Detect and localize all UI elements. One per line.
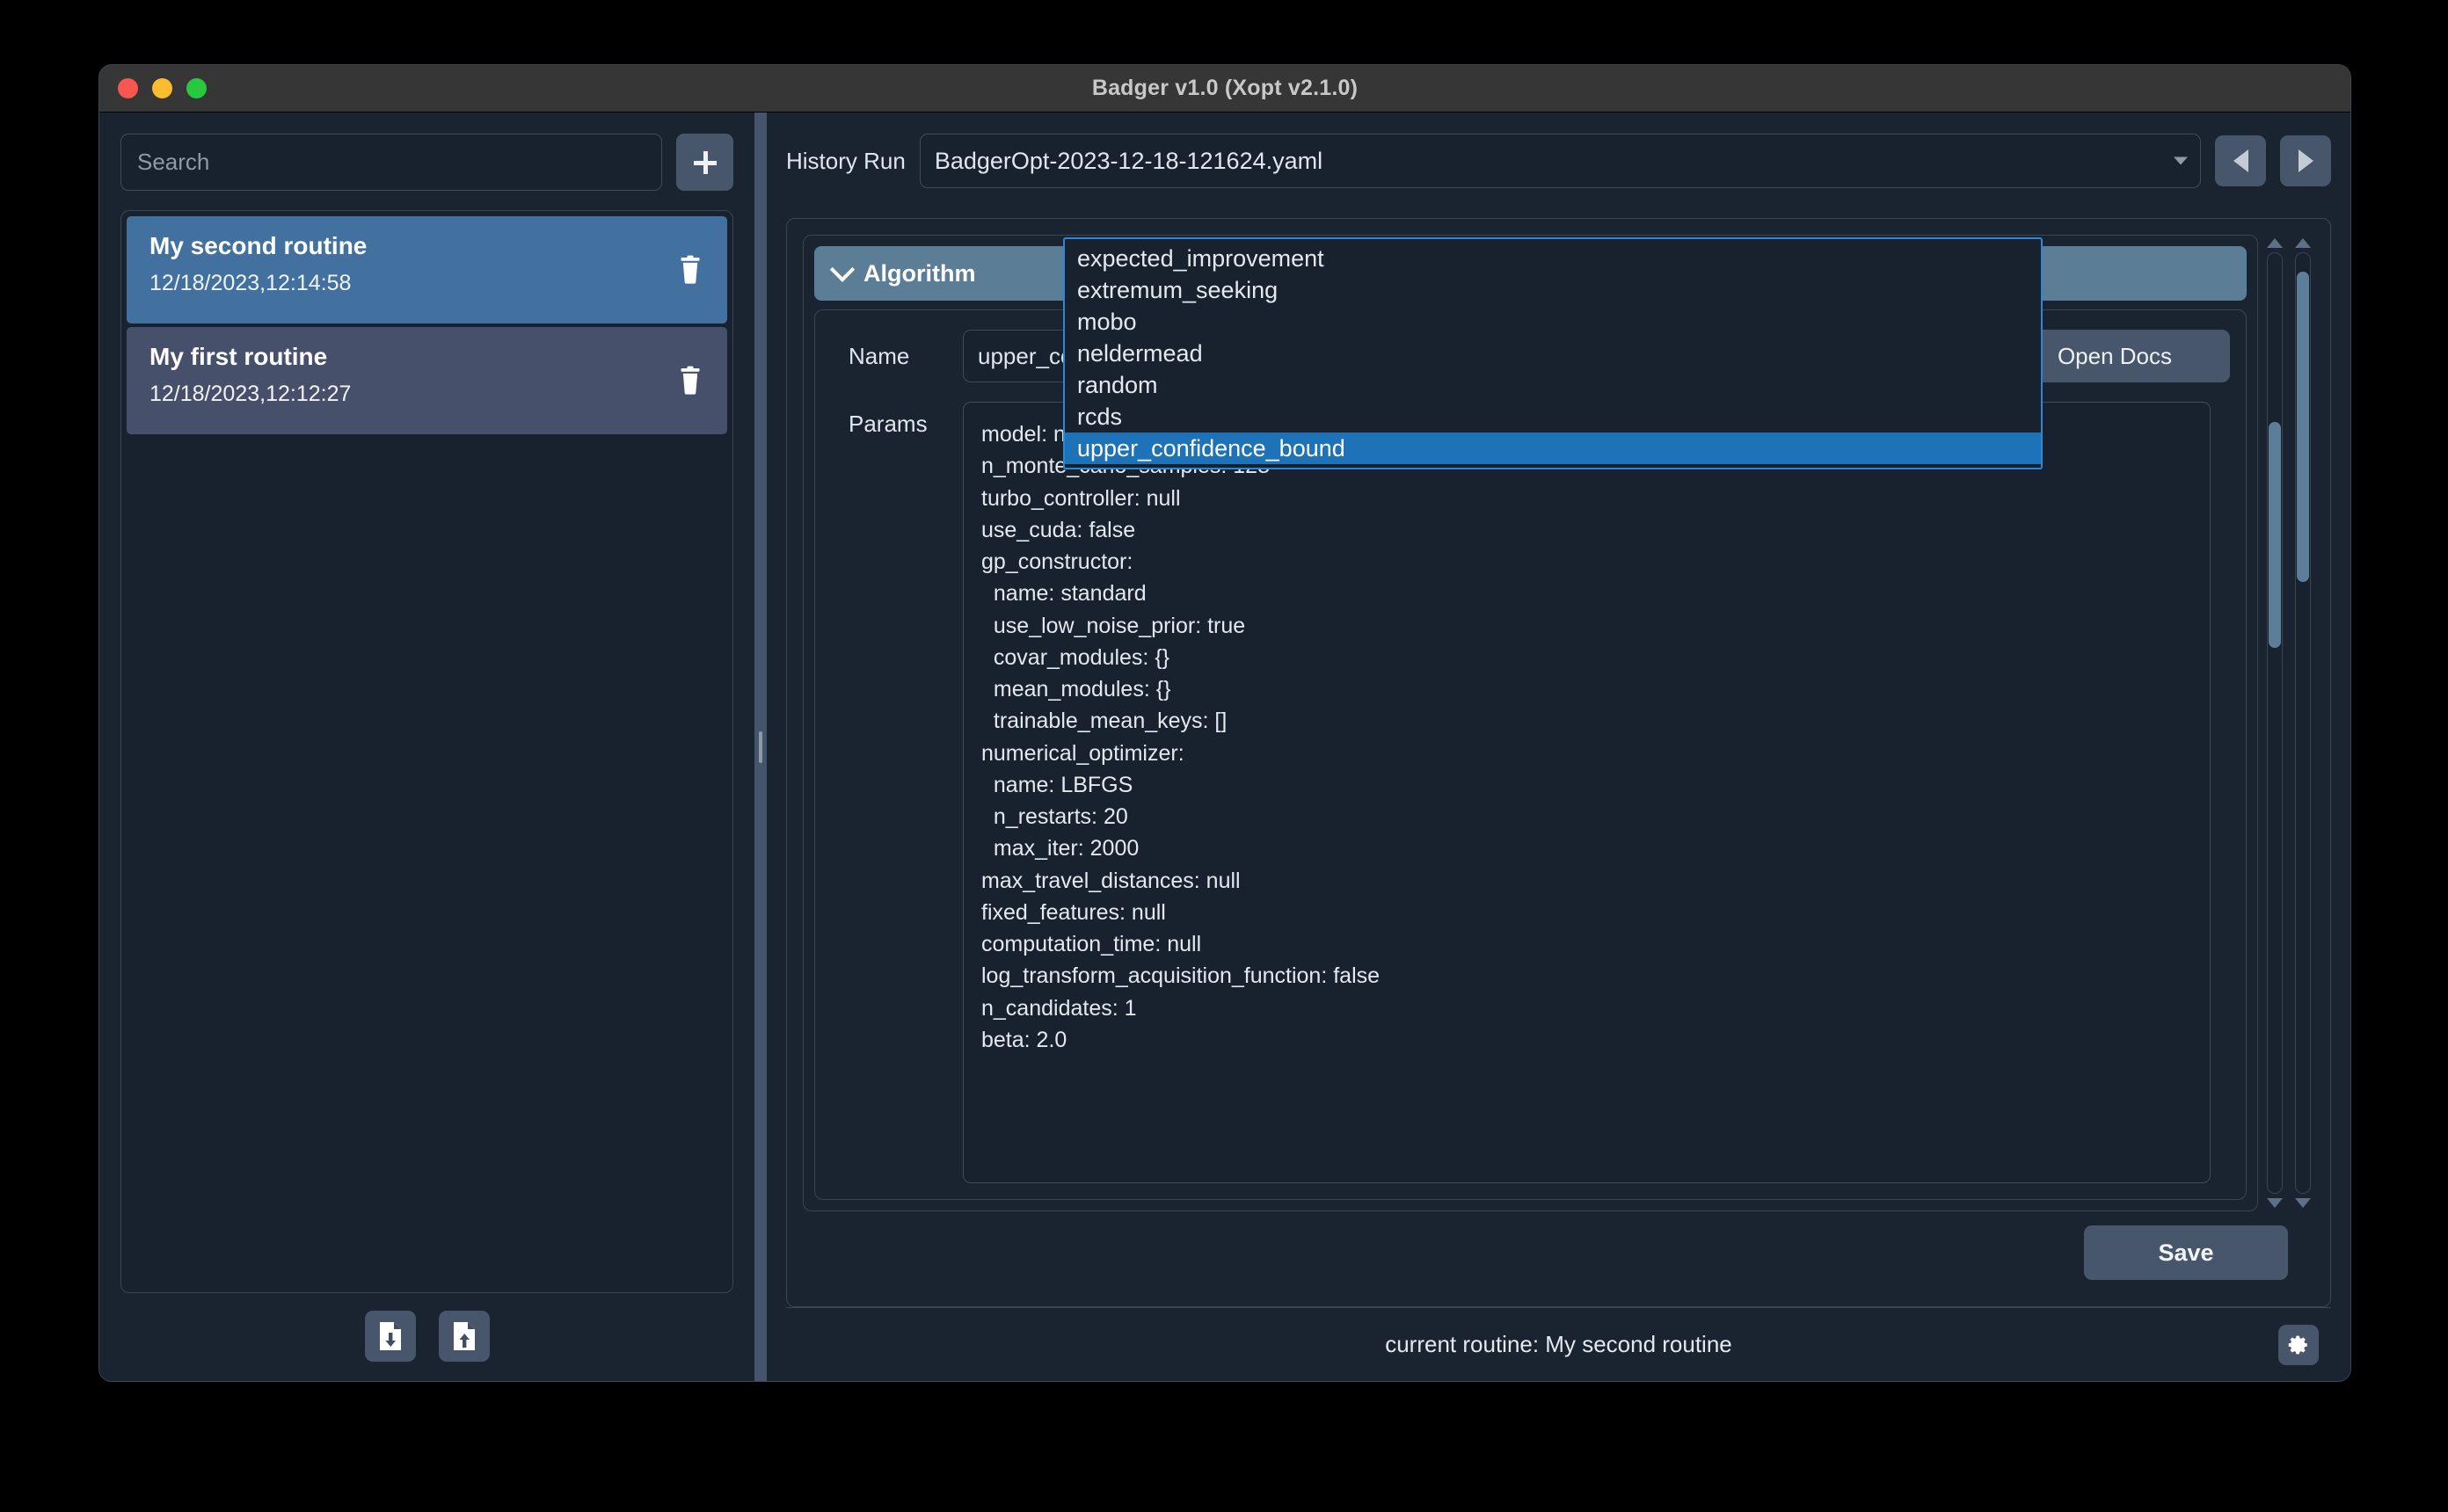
dropdown-option[interactable]: mobo (1065, 306, 2041, 338)
dropdown-option[interactable]: neldermead (1065, 338, 2041, 369)
algorithm-params-editor[interactable]: model: null n_monte_carlo_samples: 128 t… (963, 402, 2211, 1183)
scroll-down-icon[interactable] (2295, 1198, 2311, 1208)
params-scrollbar-track[interactable] (2267, 252, 2283, 1194)
maximize-window-button[interactable] (186, 78, 207, 98)
next-run-button[interactable] (2280, 135, 2331, 186)
add-routine-button[interactable] (676, 134, 733, 191)
dropdown-option[interactable]: expected_improvement (1065, 243, 2041, 274)
file-upload-icon (453, 1322, 475, 1350)
triangle-right-icon (2298, 149, 2313, 172)
history-run-label: History Run (786, 147, 906, 174)
minimize-window-button[interactable] (152, 78, 172, 98)
routine-timestamp: 12/18/2023,12:14:58 (149, 271, 352, 295)
search-input[interactable] (120, 134, 662, 191)
file-download-icon (379, 1322, 401, 1350)
algorithm-params-label: Params (849, 411, 928, 437)
import-routine-button[interactable] (364, 1311, 416, 1362)
triangle-left-icon (2233, 149, 2248, 172)
routine-timestamp: 12/18/2023,12:12:27 (149, 382, 352, 406)
sidebar-footer (120, 1311, 733, 1362)
sidebar-panel: My second routine 12/18/2023,12:14:58 My… (99, 113, 754, 1381)
list-item[interactable]: My second routine 12/18/2023,12:14:58 (127, 216, 727, 323)
panel-splitter[interactable] (754, 113, 767, 1381)
search-row (120, 134, 733, 191)
previous-run-button[interactable] (2215, 135, 2266, 186)
status-bar: current routine: My second routine (786, 1307, 2331, 1381)
settings-button[interactable] (2278, 1324, 2319, 1365)
history-run-value: BadgerOpt-2023-12-18-121624.yaml (934, 147, 1323, 174)
plus-icon (693, 150, 717, 174)
chevron-down-icon (2174, 156, 2188, 165)
scroll-up-icon[interactable] (2295, 238, 2311, 248)
algorithm-dropdown-popup[interactable]: expected_improvement extremum_seeking mobo… (1063, 237, 2043, 469)
params-scrollbar[interactable] (2263, 235, 2286, 1211)
algorithm-params-row: Params model: null n_monte_carlo_samples… (831, 402, 2230, 1183)
history-run-select[interactable]: BadgerOpt-2023-12-18-121624.yaml (919, 134, 2201, 188)
scroll-up-icon[interactable] (2267, 238, 2283, 248)
chevron-down-icon (829, 257, 856, 282)
save-button[interactable]: Save (2084, 1225, 2288, 1280)
dropdown-option[interactable]: extremum_seeking (1065, 274, 2041, 306)
title-bar: Badger v1.0 (Xopt v2.1.0) (99, 65, 2350, 113)
delete-routine-icon[interactable] (678, 255, 703, 285)
routine-name: My second routine (149, 232, 368, 259)
routine-list[interactable]: My second routine 12/18/2023,12:14:58 My… (120, 210, 733, 1293)
scroll-down-icon[interactable] (2267, 1198, 2283, 1208)
export-routine-button[interactable] (438, 1311, 490, 1362)
params-scrollbar-thumb[interactable] (2269, 422, 2281, 648)
dropdown-option[interactable]: rcds (1065, 401, 2041, 433)
app-window: Badger v1.0 (Xopt v2.1.0) My second rout… (99, 65, 2350, 1381)
history-run-row: History Run BadgerOpt-2023-12-18-121624.… (786, 132, 2331, 190)
save-row: Save (803, 1211, 2314, 1290)
window-title: Badger v1.0 (Xopt v2.1.0) (1091, 76, 1359, 100)
algorithm-section-title: Algorithm (863, 259, 976, 287)
editor-scrollbar-thumb[interactable] (2297, 272, 2309, 583)
delete-routine-icon[interactable] (678, 366, 703, 396)
splitter-grip (759, 731, 762, 763)
editor-scrollbar[interactable] (2291, 235, 2314, 1211)
list-item[interactable]: My first routine 12/18/2023,12:12:27 (127, 327, 727, 434)
dropdown-option[interactable]: upper_confidence_bound (1065, 433, 2041, 464)
algorithm-name-label: Name (849, 342, 910, 369)
gear-icon (2288, 1335, 2307, 1354)
routine-name: My first routine (149, 343, 328, 370)
close-window-button[interactable] (118, 78, 138, 98)
current-routine-status: current routine: My second routine (1385, 1331, 1732, 1357)
traffic-lights (118, 78, 207, 98)
editor-scrollbar-track[interactable] (2295, 252, 2311, 1194)
dropdown-option[interactable]: random (1065, 369, 2041, 401)
